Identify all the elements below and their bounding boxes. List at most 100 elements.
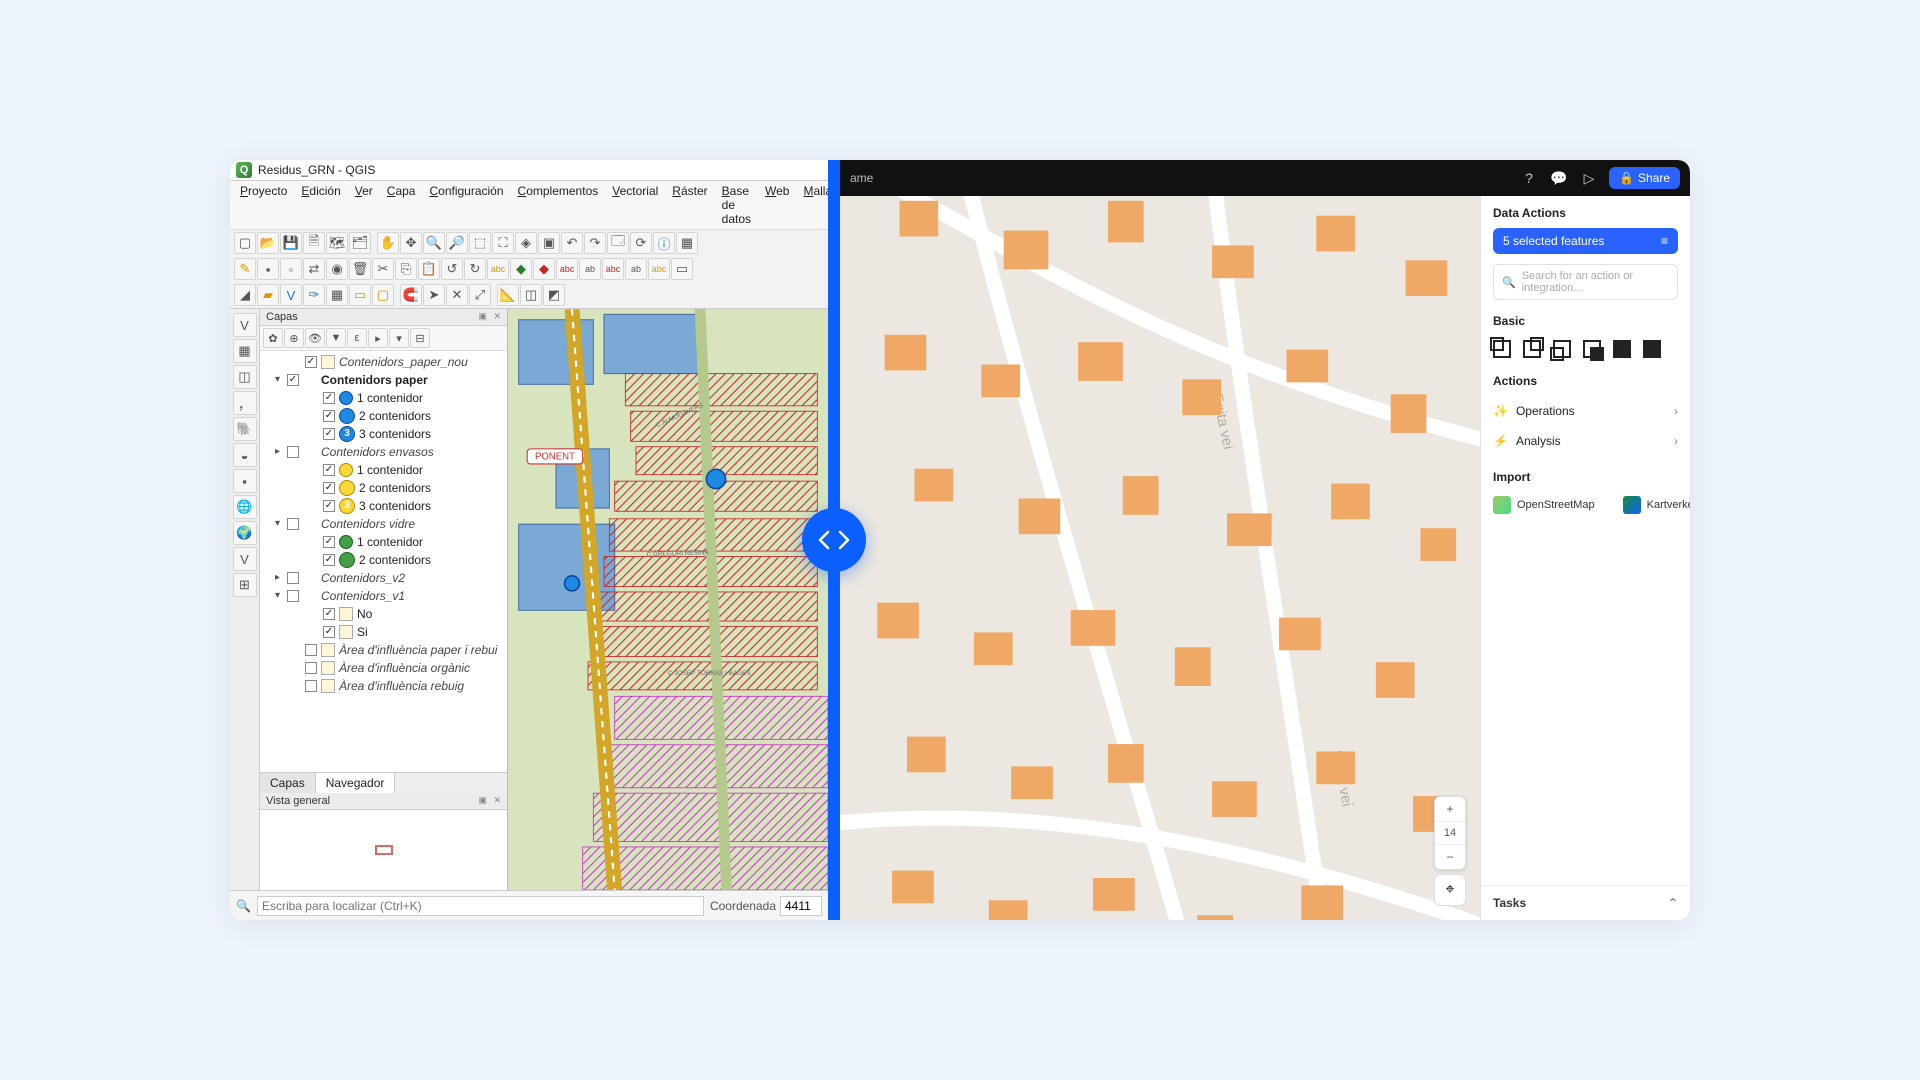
share-button[interactable]: 🔒 Share <box>1609 167 1680 189</box>
add-feature-icon[interactable]: ◦ <box>280 258 302 280</box>
layer-node[interactable]: 2 contenidors <box>262 551 507 569</box>
vector-icon[interactable]: V <box>280 284 302 306</box>
shape-icon[interactable]: ▰ <box>257 284 279 306</box>
label-tool8-icon[interactable]: ▭ <box>671 258 693 280</box>
layer-node[interactable]: 33 contenidors <box>262 425 507 443</box>
save-edits-icon[interactable]: ▪ <box>257 258 279 280</box>
table-icon[interactable]: ▦ <box>676 232 698 254</box>
add-vector-icon[interactable]: V <box>233 313 257 337</box>
zoom-layer-icon[interactable]: ▣ <box>538 232 560 254</box>
fill-icon[interactable] <box>1613 340 1631 358</box>
menu-bar[interactable]: Proyecto Edición Ver Capa Configuración … <box>230 181 828 230</box>
expression-icon[interactable]: ε <box>347 328 367 348</box>
solid-icon[interactable] <box>1643 340 1661 358</box>
identify-icon[interactable]: ⓘ <box>653 232 675 254</box>
edit-pencil-icon[interactable]: ✎ <box>234 258 256 280</box>
filter-icon[interactable]: ▼ <box>326 328 346 348</box>
tasks-panel[interactable]: Tasks ⌃ <box>1481 885 1690 920</box>
label-tool3-icon[interactable]: abc <box>556 258 578 280</box>
measure3-icon[interactable]: ◩ <box>543 284 565 306</box>
coord-input[interactable] <box>780 896 822 916</box>
pan-selection-icon[interactable]: ✥ <box>400 232 422 254</box>
move-feature-icon[interactable]: ⇄ <box>303 258 325 280</box>
menu-capa[interactable]: Capa <box>381 182 422 228</box>
action-search-input[interactable]: 🔍 Search for an action or integration... <box>1493 264 1678 300</box>
feather-icon[interactable]: ✑ <box>303 284 325 306</box>
selected-features-chip[interactable]: 5 selected features ≡ <box>1493 228 1678 254</box>
present-icon[interactable]: ▷ <box>1579 168 1599 188</box>
cut-icon[interactable]: ✂ <box>372 258 394 280</box>
tab-navegador[interactable]: Navegador <box>316 773 396 793</box>
layer-node[interactable]: Si <box>262 623 507 641</box>
label-tool5-icon[interactable]: abc <box>602 258 624 280</box>
layer-node[interactable]: 2 contenidors <box>262 479 507 497</box>
label-tool4-icon[interactable]: ab <box>579 258 601 280</box>
zoom-last-icon[interactable]: ↶ <box>561 232 583 254</box>
label-tool2-icon[interactable]: ◆ <box>533 258 555 280</box>
expand-icon[interactable]: ▸ <box>368 328 388 348</box>
label-tool7-icon[interactable]: abc <box>648 258 670 280</box>
open-project-icon[interactable]: 📂 <box>257 232 279 254</box>
new-map-icon[interactable]: 🗔 <box>607 232 629 254</box>
add-wfs-icon[interactable]: V <box>233 547 257 571</box>
layout-manager-icon[interactable]: 🗂 <box>349 232 371 254</box>
add-postgis-icon[interactable]: 🐘 <box>233 417 257 441</box>
save-project-icon[interactable]: 💾 <box>280 232 302 254</box>
label-tool1-icon[interactable]: ◆ <box>510 258 532 280</box>
cross-icon[interactable]: ✕ <box>446 284 468 306</box>
right-map-canvas[interactable]: Egita vei Egita vei <box>840 196 1480 920</box>
add-xyz-icon[interactable]: ⊞ <box>233 573 257 597</box>
copy-icon[interactable]: ⎘ <box>395 258 417 280</box>
paste-icon[interactable]: 📋 <box>418 258 440 280</box>
menu-raster[interactable]: Ráster <box>666 182 713 228</box>
visibility-icon[interactable]: 👁 <box>305 328 325 348</box>
layout-icon[interactable]: 🗺 <box>326 232 348 254</box>
menu-complementos[interactable]: Complementos <box>512 182 605 228</box>
layer-node[interactable]: Àrea d'influència orgànic <box>262 659 507 677</box>
label-abc-icon[interactable]: abc <box>487 258 509 280</box>
layer-node[interactable]: ▾Contenidors_v1 <box>262 587 507 605</box>
redo-icon[interactable]: ↻ <box>464 258 486 280</box>
subtract-icon[interactable] <box>1553 340 1571 358</box>
add-group-icon[interactable]: ⊕ <box>284 328 304 348</box>
select2-icon[interactable]: ▢ <box>372 284 394 306</box>
plugin-icon[interactable]: 🧲 <box>400 284 422 306</box>
digitize-icon[interactable]: ◢ <box>234 284 256 306</box>
delete-icon[interactable]: 🗑 <box>349 258 371 280</box>
save-as-icon[interactable]: 🗎 <box>303 232 325 254</box>
select-icon[interactable]: ▭ <box>349 284 371 306</box>
layer-node[interactable]: 33 contenidors <box>262 497 507 515</box>
add-wcs-icon[interactable]: 🌍 <box>233 521 257 545</box>
layer-node[interactable]: ▸Contenidors envasos <box>262 443 507 461</box>
menu-web[interactable]: Web <box>759 182 795 228</box>
layer-node[interactable]: 1 contenidor <box>262 533 507 551</box>
import-kartverket[interactable]: Kartverket <box>1623 496 1690 514</box>
zoom-selection-icon[interactable]: ◈ <box>515 232 537 254</box>
add-wms-icon[interactable]: 🌐 <box>233 495 257 519</box>
refresh-icon[interactable]: ⟳ <box>630 232 652 254</box>
help-icon[interactable]: ? <box>1519 168 1539 188</box>
add-mesh-icon[interactable]: ◫ <box>233 365 257 389</box>
compare-divider[interactable] <box>828 160 840 920</box>
style-icon[interactable]: ✿ <box>263 328 283 348</box>
add-spatialite-icon[interactable]: ◒ <box>233 443 257 467</box>
grid-icon[interactable]: ▦ <box>326 284 348 306</box>
arrow-icon[interactable]: ➤ <box>423 284 445 306</box>
map-canvas[interactable]: PONENT C ALMOGÀVERS C GREGORI RESINA C J… <box>508 309 828 890</box>
comment-icon[interactable]: 💬 <box>1549 168 1569 188</box>
pan-icon[interactable]: ✋ <box>377 232 399 254</box>
layer-node[interactable]: ▸Contenidors_v2 <box>262 569 507 587</box>
menu-proyecto[interactable]: Proyecto <box>234 182 293 228</box>
zoom-in-icon[interactable]: 🔍 <box>423 232 445 254</box>
layer-node[interactable]: Àrea d'influència rebuig <box>262 677 507 695</box>
collapse-icon[interactable]: ▾ <box>389 328 409 348</box>
new-project-icon[interactable]: ▢ <box>234 232 256 254</box>
undo-icon[interactable]: ↺ <box>441 258 463 280</box>
remove-layer-icon[interactable]: ⊟ <box>410 328 430 348</box>
analysis-item[interactable]: ⚡ Analysis › <box>1493 426 1678 456</box>
layer-node[interactable]: ▾Contenidors paper <box>262 371 507 389</box>
layer-node[interactable]: 1 contenidor <box>262 389 507 407</box>
layer-node[interactable]: 1 contenidor <box>262 461 507 479</box>
menu-basededatos[interactable]: Base de datos <box>716 182 757 228</box>
tab-capas[interactable]: Capas <box>260 773 316 793</box>
